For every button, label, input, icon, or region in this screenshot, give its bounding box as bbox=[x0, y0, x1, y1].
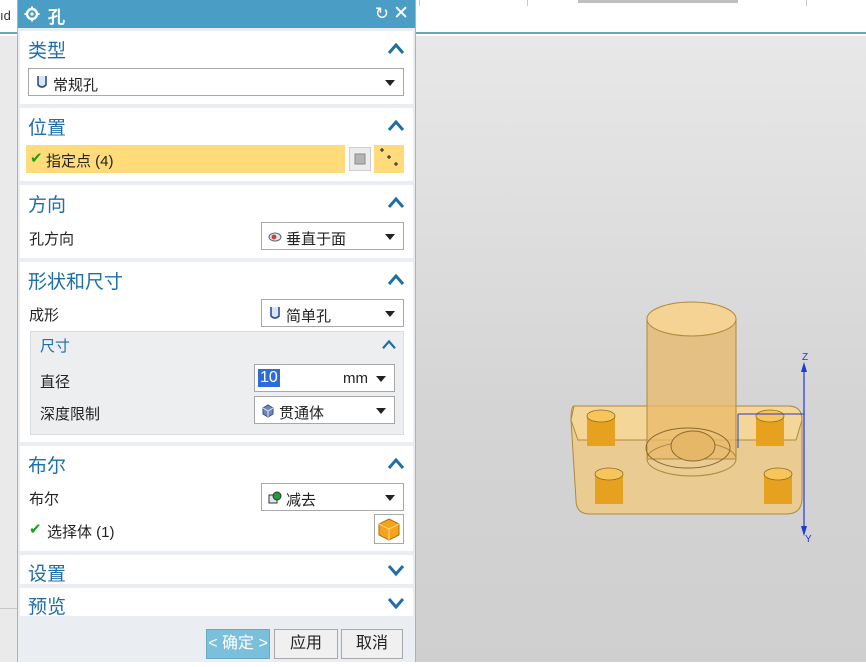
boolean-group: 布尔 布尔 减去 ✔ 选择体 (1) bbox=[20, 446, 413, 551]
settings-group-title[interactable]: 设置 bbox=[28, 559, 66, 586]
hole-direction-label: 孔方向 bbox=[29, 231, 75, 248]
dialog-title-bar[interactable]: 孔 ↻ ✕ bbox=[18, 0, 415, 28]
sketch-icon bbox=[354, 153, 366, 165]
depth-limit-value: 贯通体 bbox=[279, 405, 325, 422]
type-group-title[interactable]: 类型 bbox=[28, 36, 66, 63]
cancel-button[interactable]: 取消 bbox=[341, 629, 403, 659]
normal-to-face-icon bbox=[268, 232, 282, 242]
type-group: 类型 常规孔 bbox=[20, 31, 413, 104]
hole-preview bbox=[755, 409, 785, 446]
select-body-label: 选择体 (1) bbox=[47, 524, 115, 541]
app-title-fragment: ıd bbox=[0, 8, 11, 23]
expand-icon[interactable] bbox=[387, 596, 405, 610]
through-body-icon bbox=[262, 404, 274, 418]
subtract-icon bbox=[268, 491, 282, 504]
chevron-down-icon bbox=[385, 80, 395, 86]
apply-button[interactable]: 应用 bbox=[274, 629, 338, 659]
hole-preview bbox=[763, 467, 793, 504]
cube-icon bbox=[378, 518, 400, 541]
tab-divider bbox=[419, 0, 420, 6]
hole-preview bbox=[586, 409, 616, 446]
hole-type-dropdown[interactable]: 常规孔 bbox=[28, 68, 404, 96]
hole-dialog: 孔 ↻ ✕ 类型 常规孔 位置 ✔ 指定点 (4) 方向 孔方向 垂直于面 形状… bbox=[17, 0, 416, 662]
tab-divider bbox=[527, 0, 528, 6]
form-label: 成形 bbox=[29, 307, 60, 324]
expand-icon[interactable] bbox=[387, 563, 405, 577]
select-body-button[interactable] bbox=[374, 514, 404, 544]
diameter-unit: mm bbox=[343, 370, 368, 387]
boolean-label: 布尔 bbox=[29, 491, 60, 508]
chevron-down-icon[interactable] bbox=[376, 376, 386, 382]
hole-preview bbox=[594, 467, 624, 504]
direction-group: 方向 孔方向 垂直于面 bbox=[20, 185, 413, 258]
collapse-icon[interactable] bbox=[387, 195, 405, 209]
tab-divider bbox=[806, 0, 807, 6]
left-edge-panel bbox=[0, 36, 17, 662]
collapse-icon[interactable] bbox=[387, 456, 405, 470]
simple-hole-icon bbox=[270, 307, 280, 319]
point-dialog-button[interactable] bbox=[374, 145, 404, 173]
z-axis-arrow bbox=[801, 362, 807, 372]
hole-direction-dropdown[interactable]: 垂直于面 bbox=[261, 222, 404, 250]
sketch-section-button[interactable] bbox=[349, 147, 371, 171]
boolean-value: 减去 bbox=[286, 492, 317, 509]
reset-icon[interactable]: ↻ bbox=[375, 4, 389, 24]
chevron-down-icon bbox=[385, 495, 395, 501]
chevron-down-icon bbox=[385, 311, 395, 317]
depth-limit-label: 深度限制 bbox=[40, 406, 101, 423]
check-icon: ✔ bbox=[29, 521, 42, 538]
graphics-viewport[interactable]: Z Y bbox=[416, 36, 866, 662]
boolean-dropdown[interactable]: 减去 bbox=[261, 483, 404, 511]
hole-type-icon bbox=[37, 76, 47, 88]
form-value: 简单孔 bbox=[286, 308, 332, 325]
collapse-icon[interactable] bbox=[381, 338, 397, 350]
shape-size-group-title[interactable]: 形状和尺寸 bbox=[28, 267, 123, 294]
diameter-value: 10 bbox=[258, 369, 280, 387]
dialog-footer: < 确定 > 应用 取消 bbox=[18, 618, 415, 662]
gear-icon bbox=[24, 6, 40, 22]
position-group-title[interactable]: 位置 bbox=[28, 113, 66, 140]
check-icon: ✔ bbox=[30, 150, 43, 167]
point-icon bbox=[380, 148, 398, 166]
chevron-down-icon bbox=[385, 234, 395, 240]
collapse-icon[interactable] bbox=[387, 272, 405, 286]
depth-limit-dropdown[interactable]: 贯通体 bbox=[254, 396, 395, 424]
preview-group: 预览 bbox=[20, 588, 413, 619]
hole-direction-value: 垂直于面 bbox=[286, 231, 347, 248]
specify-point-row[interactable]: ✔ 指定点 (4) bbox=[26, 145, 345, 173]
direction-group-title[interactable]: 方向 bbox=[28, 190, 66, 217]
close-icon[interactable]: ✕ bbox=[393, 2, 409, 25]
diameter-input[interactable]: 10 mm bbox=[254, 364, 395, 392]
edge-divider bbox=[0, 608, 17, 648]
form-dropdown[interactable]: 简单孔 bbox=[261, 299, 404, 327]
collapse-icon[interactable] bbox=[387, 118, 405, 132]
settings-group: 设置 bbox=[20, 555, 413, 586]
dialog-title: 孔 bbox=[48, 8, 65, 27]
shape-size-group: 形状和尺寸 成形 简单孔 尺寸 直径 10 mm 深度限制 贯通体 bbox=[20, 262, 413, 442]
hole-type-value: 常规孔 bbox=[53, 77, 99, 94]
part-model[interactable]: Z Y bbox=[416, 36, 866, 662]
dimension-subgroup: 尺寸 直径 10 mm 深度限制 贯通体 bbox=[30, 331, 404, 435]
collapse-icon[interactable] bbox=[387, 41, 405, 55]
z-axis-label: Z bbox=[802, 352, 808, 363]
dimension-title[interactable]: 尺寸 bbox=[40, 335, 70, 356]
preview-group-title[interactable]: 预览 bbox=[28, 592, 66, 619]
tab-indicator bbox=[578, 0, 738, 3]
y-axis-label: Y bbox=[805, 534, 812, 545]
chevron-down-icon bbox=[376, 408, 386, 414]
specify-point-label: 指定点 (4) bbox=[46, 153, 114, 170]
ok-button[interactable]: < 确定 > bbox=[206, 629, 270, 659]
boolean-group-title[interactable]: 布尔 bbox=[28, 451, 66, 478]
diameter-label: 直径 bbox=[40, 374, 71, 391]
